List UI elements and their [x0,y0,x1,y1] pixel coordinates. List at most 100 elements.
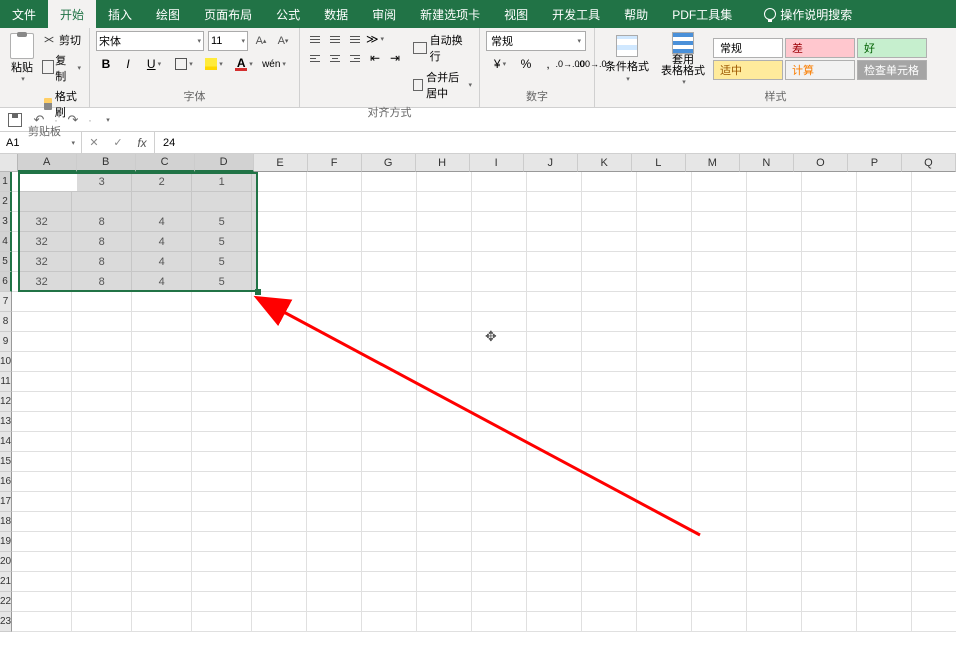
conditional-format-button[interactable]: 条件格式▾ [601,35,653,83]
cell[interactable]: 5 [192,232,252,252]
cell[interactable] [472,432,527,452]
cell[interactable] [912,352,956,372]
orientation-button[interactable]: ≫▾ [366,31,384,47]
cell[interactable]: 5 [192,252,252,272]
qat-customize-button[interactable]: ▾ [98,111,116,129]
cell[interactable] [417,172,472,192]
cell[interactable] [252,432,307,452]
align-bottom-button[interactable] [346,31,364,47]
cell[interactable] [857,532,912,552]
cell[interactable] [802,452,857,472]
cell[interactable] [527,612,582,632]
cell[interactable] [132,432,192,452]
cell[interactable] [362,512,417,532]
row-header[interactable]: 2 [0,192,12,212]
tab-insert[interactable]: 插入 [96,0,144,28]
cell[interactable] [472,592,527,612]
cell[interactable] [527,472,582,492]
cell[interactable] [417,272,472,292]
column-header[interactable]: G [362,154,416,172]
cell[interactable] [362,292,417,312]
cell[interactable] [132,412,192,432]
cell[interactable] [747,432,802,452]
cell[interactable] [637,352,692,372]
name-box[interactable]: A1▾ [0,132,82,153]
cell[interactable] [192,612,252,632]
cell[interactable] [132,532,192,552]
cell[interactable] [362,572,417,592]
cell[interactable] [637,452,692,472]
cell[interactable] [252,512,307,532]
cell[interactable] [857,512,912,532]
column-header[interactable]: M [686,154,740,172]
style-good[interactable]: 好 [857,38,927,58]
cell[interactable] [362,332,417,352]
cell[interactable] [527,232,582,252]
cell[interactable] [417,592,472,612]
cell[interactable] [132,572,192,592]
italic-button[interactable]: I [118,54,138,74]
cell[interactable] [72,532,132,552]
cell[interactable] [192,552,252,572]
cell[interactable] [192,492,252,512]
cell[interactable] [132,492,192,512]
cell[interactable] [912,472,956,492]
cell[interactable]: 32 [12,232,72,252]
cell[interactable] [417,292,472,312]
cell[interactable] [417,232,472,252]
style-normal[interactable]: 常规 [713,38,783,58]
cell[interactable] [582,212,637,232]
cell[interactable] [747,492,802,512]
cell[interactable] [802,272,857,292]
cell[interactable] [252,272,307,292]
cell[interactable] [692,172,747,192]
cell[interactable] [802,332,857,352]
row-header[interactable]: 23 [0,612,12,632]
cell[interactable] [747,412,802,432]
cell[interactable]: 32 [12,272,72,292]
cell[interactable] [637,272,692,292]
cell[interactable] [637,372,692,392]
cell[interactable] [637,572,692,592]
cell[interactable] [72,292,132,312]
row-header[interactable]: 22 [0,592,12,612]
cell[interactable] [527,412,582,432]
cell[interactable]: 8 [72,232,132,252]
cell[interactable] [12,332,72,352]
cell[interactable] [912,232,956,252]
cell[interactable] [132,192,192,212]
cell[interactable] [857,272,912,292]
cell[interactable] [802,412,857,432]
align-right-button[interactable] [346,50,364,66]
align-top-button[interactable] [306,31,324,47]
cell[interactable] [857,212,912,232]
cell[interactable] [132,312,192,332]
cell[interactable] [912,432,956,452]
cell[interactable] [857,452,912,472]
cell[interactable] [692,572,747,592]
cell[interactable] [132,352,192,372]
cell[interactable]: 32 [12,252,72,272]
cell-styles-gallery[interactable]: 常规 差 好 适中 计算 检查单元格 [713,38,927,80]
cell[interactable] [472,412,527,432]
cell[interactable] [252,392,307,412]
cell[interactable] [12,512,72,532]
cell[interactable] [72,592,132,612]
cell[interactable] [692,612,747,632]
style-check[interactable]: 检查单元格 [857,60,927,80]
cell[interactable] [802,372,857,392]
style-bad[interactable]: 差 [785,38,855,58]
cell[interactable] [802,612,857,632]
cell[interactable] [132,332,192,352]
cell[interactable] [857,472,912,492]
cell[interactable] [72,452,132,472]
cell[interactable] [472,272,527,292]
cell[interactable] [362,552,417,572]
cell[interactable]: 3 [72,172,132,192]
cell[interactable] [362,312,417,332]
row-header[interactable]: 1 [0,172,12,192]
cell[interactable] [912,552,956,572]
cell[interactable] [857,412,912,432]
cell[interactable] [802,392,857,412]
cell[interactable] [362,592,417,612]
